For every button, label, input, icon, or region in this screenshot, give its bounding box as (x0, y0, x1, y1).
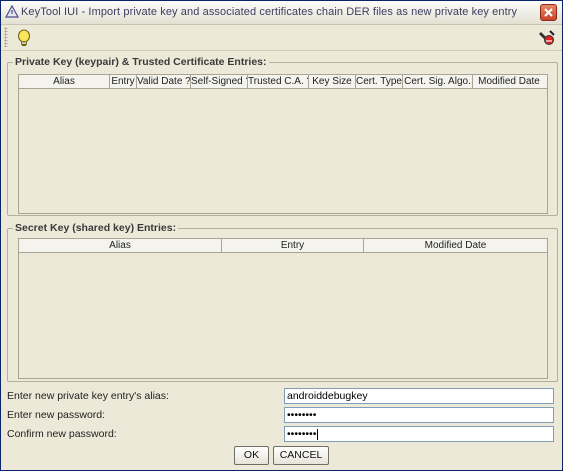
cancel-button[interactable]: CANCEL (273, 446, 329, 465)
secret-panel-title: Secret Key (shared key) Entries: (13, 222, 179, 234)
column-header-trusted-ca[interactable]: Trusted C.A. ? (248, 75, 309, 88)
password-value: •••••••• (287, 409, 317, 421)
title-bar[interactable]: KeyTool IUI - Import private key and ass… (1, 1, 562, 25)
alias-label: Enter new private key entry's alias: (7, 390, 169, 402)
keytool-app-icon (4, 4, 20, 19)
confirm-password-input[interactable]: •••••••• (284, 426, 554, 442)
tool-icon[interactable] (538, 29, 556, 50)
ok-button[interactable]: OK (234, 446, 269, 465)
text-caret (317, 428, 319, 440)
confirm-password-value: •••••••• (287, 428, 317, 440)
column-header-entry[interactable]: Entry (110, 75, 137, 88)
secret-table[interactable]: Alias Entry Modified Date (18, 238, 548, 379)
close-button[interactable] (540, 4, 557, 21)
toolbar-grip[interactable] (4, 27, 8, 47)
column-header-self-signed[interactable]: Self-Signed ? (191, 75, 248, 88)
column-header-modified-date[interactable]: Modified Date (473, 75, 545, 88)
close-icon (544, 8, 553, 17)
column-header-cert-type[interactable]: Cert. Type (356, 75, 403, 88)
column-header-alias[interactable]: Alias (19, 239, 222, 252)
alias-input[interactable]: androiddebugkey (284, 388, 554, 404)
confirm-password-label: Confirm new password: (7, 428, 117, 440)
toolbar-separator (1, 50, 562, 51)
column-header-entry[interactable]: Entry (222, 239, 364, 252)
alias-value: androiddebugkey (287, 390, 368, 402)
column-header-modified-date[interactable]: Modified Date (364, 239, 547, 252)
keypair-table-header: Alias Entry Valid Date ? Self-Signed ? T… (19, 75, 547, 89)
password-label: Enter new password: (7, 409, 106, 421)
keypair-table[interactable]: Alias Entry Valid Date ? Self-Signed ? T… (18, 74, 548, 214)
secret-table-header: Alias Entry Modified Date (19, 239, 547, 253)
dialog-window: KeyTool IUI - Import private key and ass… (0, 0, 563, 471)
lightbulb-icon[interactable] (17, 29, 31, 50)
column-header-alias[interactable]: Alias (19, 75, 110, 88)
window-title: KeyTool IUI - Import private key and ass… (21, 6, 518, 18)
column-header-key-size[interactable]: Key Size (309, 75, 356, 88)
keypair-panel-title: Private Key (keypair) & Trusted Certific… (13, 56, 269, 68)
column-header-valid-date[interactable]: Valid Date ? (137, 75, 191, 88)
password-input[interactable]: •••••••• (284, 407, 554, 423)
column-header-cert-sig-algo[interactable]: Cert. Sig. Algo. (403, 75, 473, 88)
